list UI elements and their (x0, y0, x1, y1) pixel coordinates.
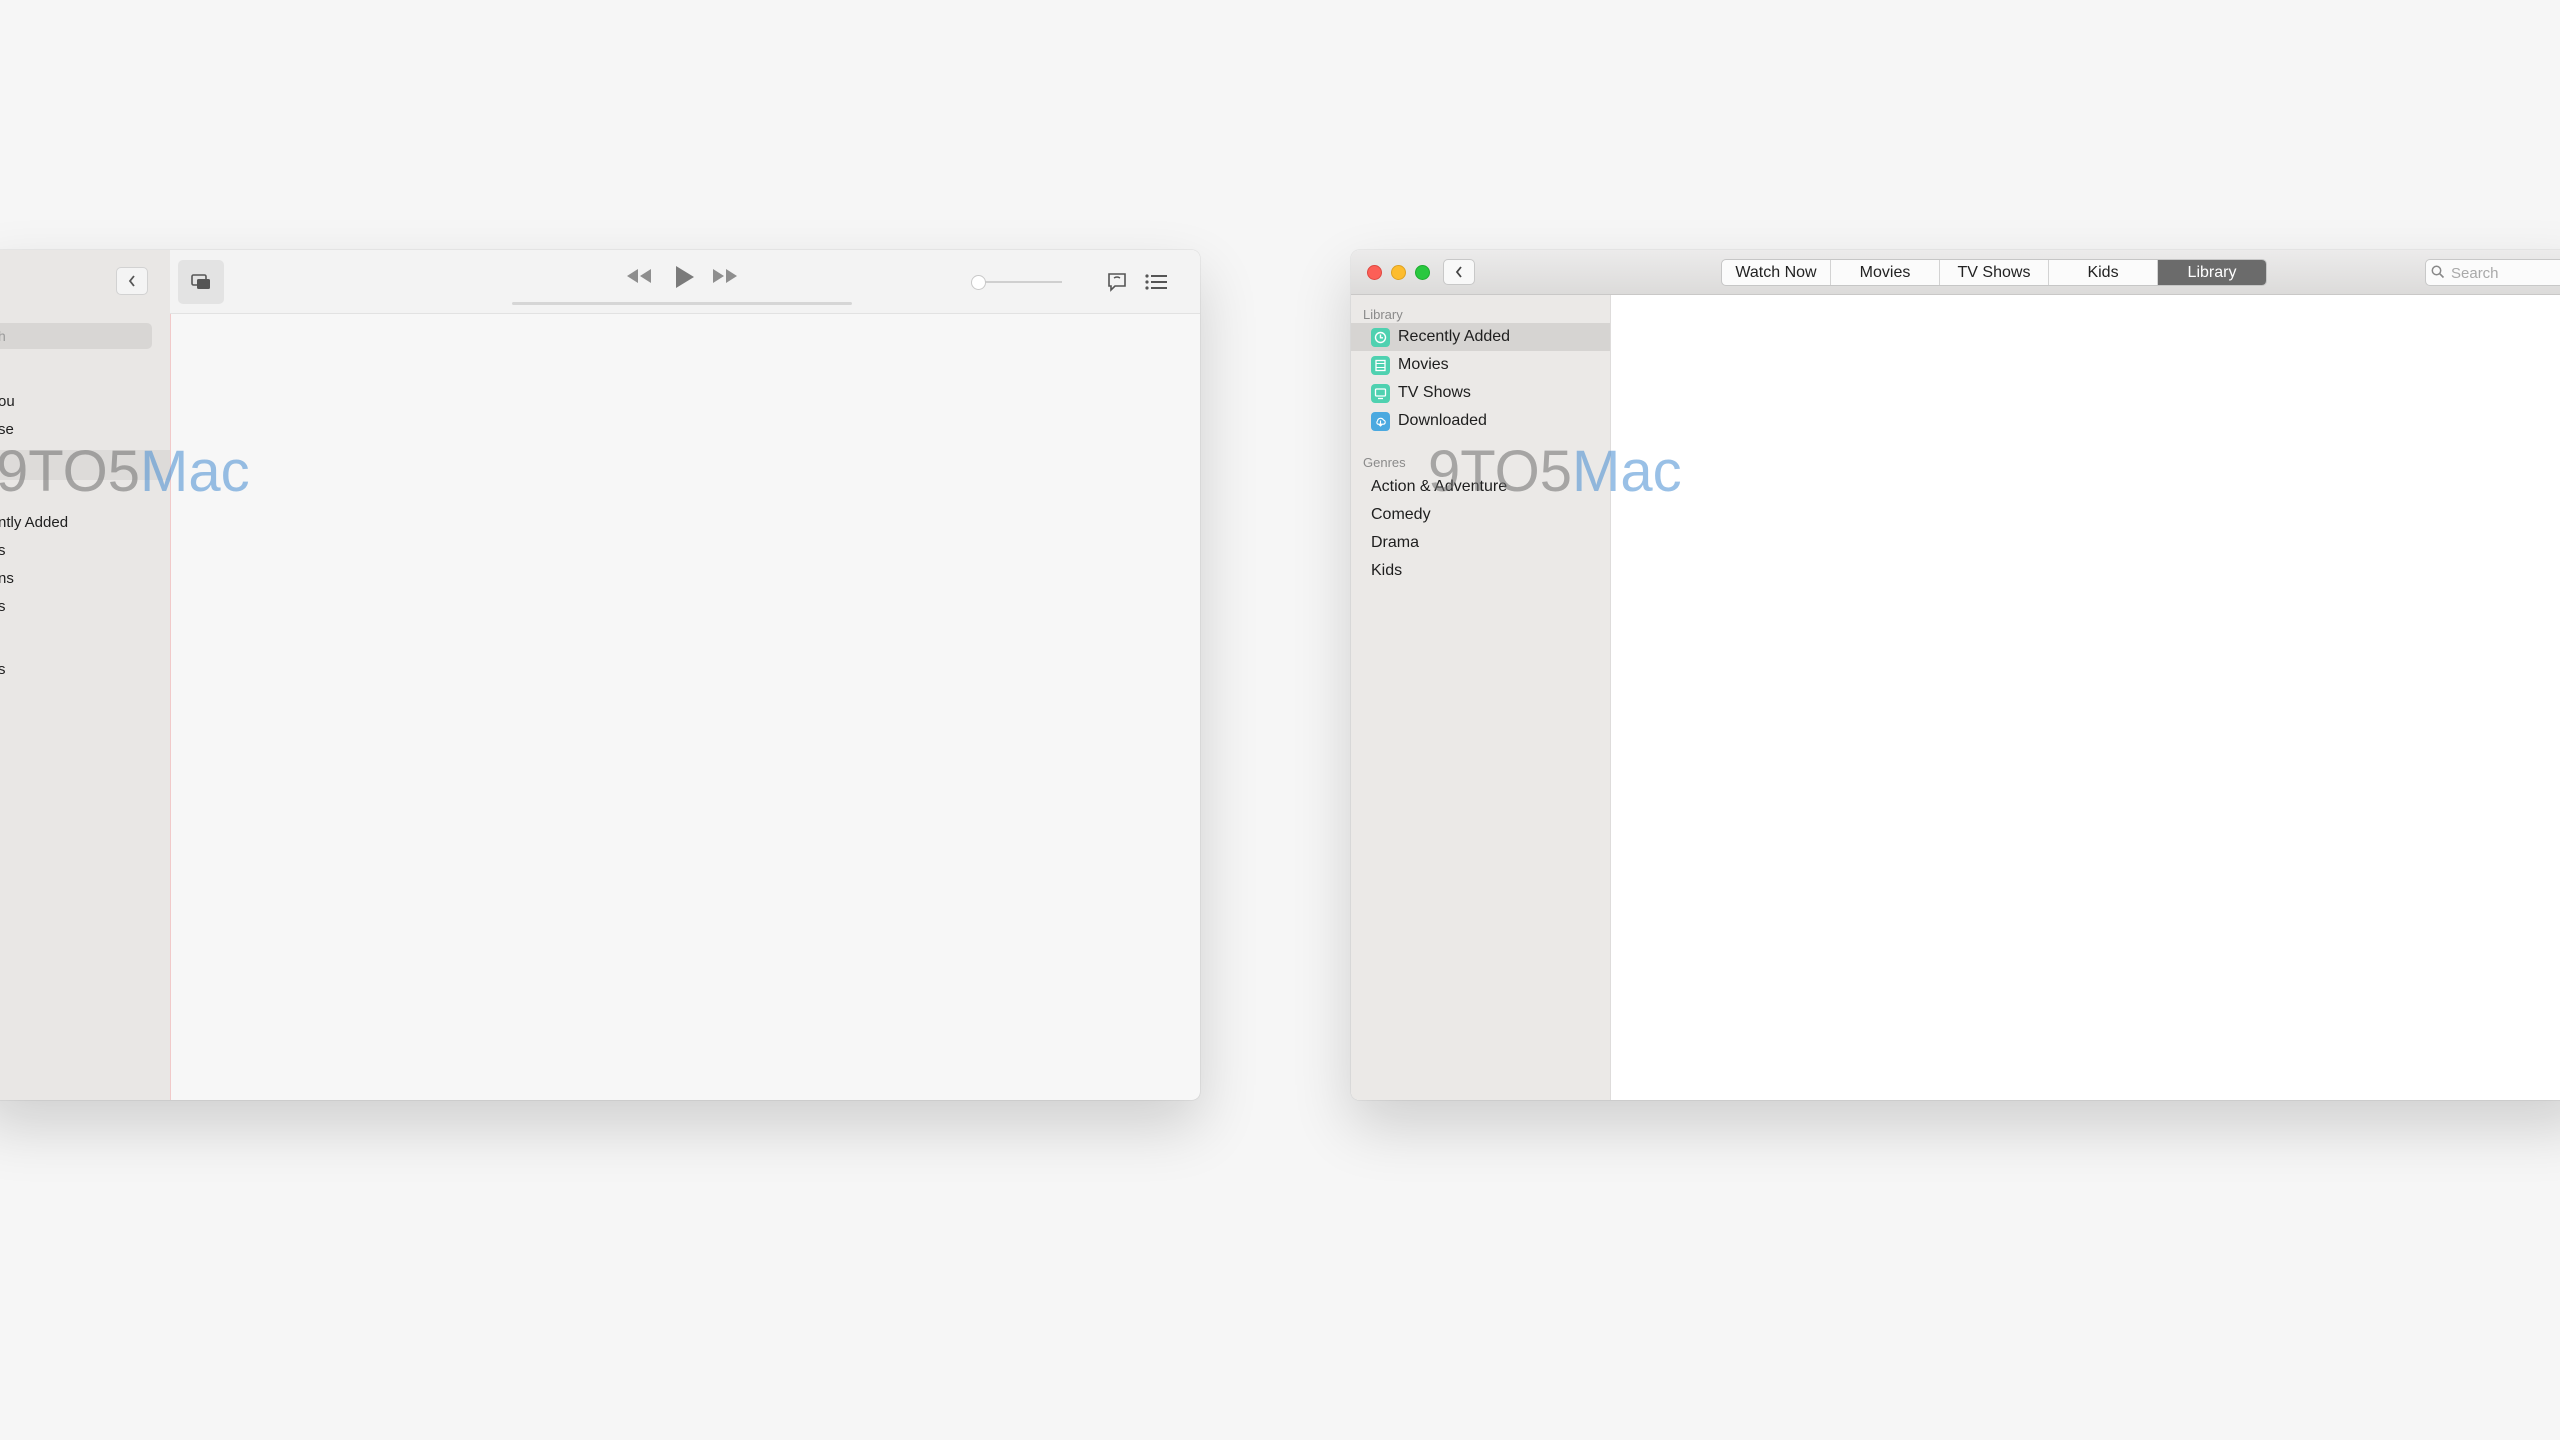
sidebar-item-label: Movies (1398, 356, 1449, 373)
sidebar-item-label: TV Shows (1398, 384, 1471, 401)
window-zoom-button[interactable] (1415, 265, 1430, 280)
tv-icon (1371, 383, 1390, 403)
miniplayer-button[interactable] (178, 260, 224, 304)
watermark-logo: 9TO5Mac (1428, 438, 1682, 505)
tab-kids[interactable]: Kids (2049, 260, 2158, 285)
up-next-list-icon[interactable] (1144, 273, 1168, 296)
music-sidebar-item[interactable]: ntly Added (0, 514, 68, 531)
watermark-logo: 9TO5Mac (0, 438, 250, 505)
library-section-header: Library (1363, 307, 1403, 322)
music-sidebar-item[interactable]: ou (0, 393, 15, 410)
film-icon (1371, 355, 1390, 375)
music-sidebar-item[interactable]: s (0, 542, 6, 559)
window-close-button[interactable] (1367, 265, 1382, 280)
music-sidebar-item[interactable]: ns (0, 570, 14, 587)
tv-window: Watch Now Movies TV Shows Kids Library L… (1351, 250, 2560, 1100)
clock-icon (1371, 327, 1390, 347)
watermark-part-b: Mac (1572, 439, 1682, 504)
music-sidebar-item[interactable]: s (0, 661, 6, 678)
chevron-left-icon (128, 275, 135, 287)
tv-back-button[interactable] (1443, 259, 1475, 285)
music-sidebar (0, 250, 171, 1100)
window-minimize-button[interactable] (1391, 265, 1406, 280)
volume-knob[interactable] (971, 275, 986, 290)
music-window: h ou se ntly Added s ns s s (0, 250, 1200, 1100)
genres-section-header: Genres (1363, 455, 1406, 470)
lyrics-icon[interactable] (1106, 271, 1128, 298)
search-icon (2431, 265, 2445, 284)
sidebar-genre-drama[interactable]: Drama (1371, 534, 1419, 552)
playback-scrubber[interactable] (512, 302, 852, 305)
watermark-part-a: 9TO5 (0, 439, 141, 504)
watermark-part-a: 9TO5 (1428, 439, 1573, 504)
tv-sidebar: Library Recently Added Movies TV Shows D… (1351, 295, 1611, 1100)
music-search-field[interactable] (0, 323, 152, 349)
chevron-left-icon (1455, 266, 1462, 278)
music-search-placeholder: h (0, 328, 6, 344)
sidebar-item-recently-added[interactable]: Recently Added (1351, 323, 1610, 351)
download-icon (1371, 411, 1390, 431)
sidebar-genre-comedy[interactable]: Comedy (1371, 506, 1431, 524)
sidebar-item-label: Recently Added (1398, 328, 1511, 345)
music-back-button[interactable] (116, 267, 148, 295)
sidebar-item-tv-shows[interactable]: TV Shows (1351, 379, 1610, 407)
volume-slider[interactable] (978, 281, 1062, 283)
tab-watch-now[interactable]: Watch Now (1722, 260, 1831, 285)
sidebar-item-downloaded[interactable]: Downloaded (1351, 407, 1610, 435)
sidebar-item-label: Downloaded (1398, 412, 1487, 429)
rewind-icon[interactable] (624, 266, 654, 291)
fast-forward-icon[interactable] (710, 266, 740, 291)
tv-tab-bar: Watch Now Movies TV Shows Kids Library (1721, 259, 2267, 286)
music-sidebar-item[interactable]: se (0, 421, 14, 438)
tab-movies[interactable]: Movies (1831, 260, 1940, 285)
miniplayer-icon (191, 274, 210, 289)
play-icon[interactable] (672, 264, 696, 295)
sidebar-genre-kids[interactable]: Kids (1371, 562, 1402, 580)
watermark-part-b: Mac (140, 439, 250, 504)
search-input[interactable] (2449, 262, 2560, 284)
tab-library[interactable]: Library (2158, 260, 2266, 285)
sidebar-item-movies[interactable]: Movies (1351, 351, 1610, 379)
tab-tv-shows[interactable]: TV Shows (1940, 260, 2049, 285)
music-sidebar-item[interactable]: s (0, 598, 6, 615)
